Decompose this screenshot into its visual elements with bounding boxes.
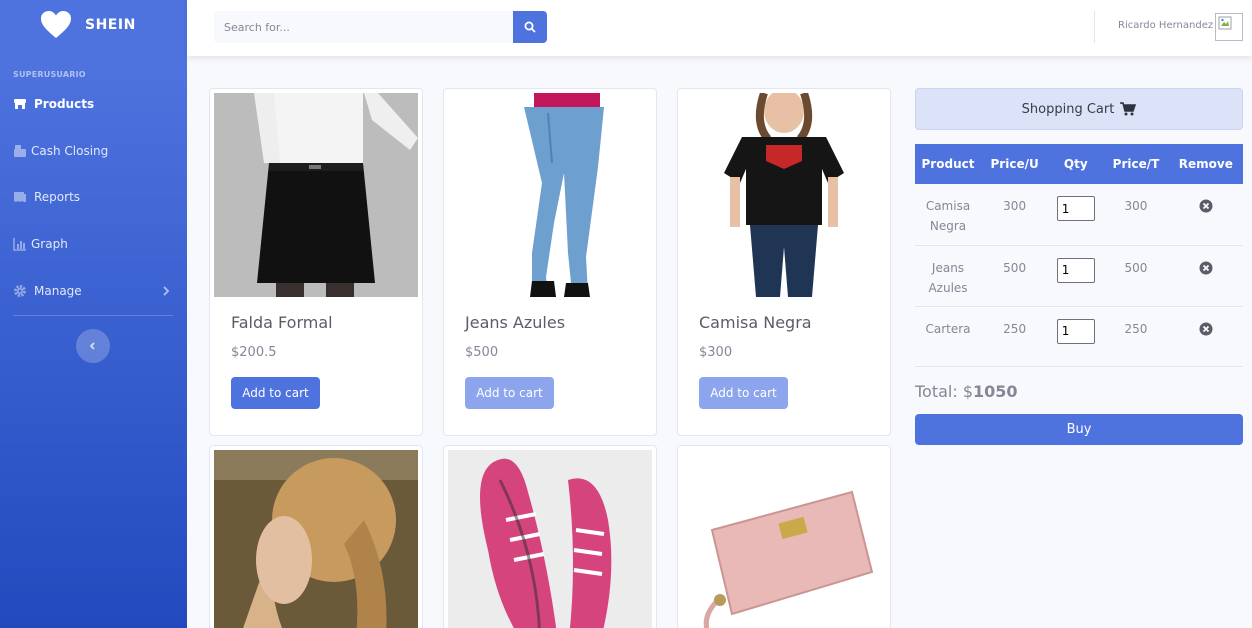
add-to-cart-button[interactable]: Add to cart (465, 377, 554, 409)
column-header-remove: Remove (1168, 144, 1243, 184)
user-name[interactable]: Ricardo Hernandez (1118, 20, 1213, 31)
search-icon (524, 21, 536, 33)
avatar[interactable] (1215, 13, 1243, 41)
product-card (209, 445, 423, 628)
sidebar-item-manage[interactable]: Manage (0, 276, 187, 306)
cart-price-unit: 300 (981, 184, 1049, 246)
gear-icon (14, 285, 26, 297)
sidebar-item-label: Products (34, 97, 95, 111)
product-price: $200.5 (231, 345, 277, 360)
search-button[interactable] (513, 11, 547, 43)
product-card: Falda Formal $200.5 Add to cart (209, 88, 423, 436)
sidebar-item-label: Manage (34, 284, 82, 298)
quantity-input[interactable] (1056, 196, 1095, 221)
store-icon (14, 99, 26, 109)
product-image-sneakers (448, 450, 652, 628)
cart-remove-cell (1168, 306, 1243, 367)
cart-table-header-row: Product Price/U Qty Price/T Remove (915, 144, 1243, 184)
product-image-jeans (448, 93, 652, 297)
cart-row: Jeans Azules 500 500 (915, 245, 1243, 307)
cart-row: Camisa Negra 300 300 (915, 184, 1243, 246)
cart-product-name: Jeans Azules (915, 245, 981, 307)
product-price: $300 (699, 345, 733, 360)
cart-price-total: 500 (1103, 245, 1169, 307)
cart-price-unit: 500 (981, 245, 1049, 307)
topbar-divider (1094, 11, 1095, 43)
cart-remove-cell (1168, 184, 1243, 246)
column-header-product: Product (915, 144, 981, 184)
receipt-icon (14, 192, 26, 202)
buy-button[interactable]: Buy (915, 414, 1243, 445)
product-title: Falda Formal (231, 313, 333, 332)
product-card (443, 445, 657, 628)
quantity-input[interactable] (1056, 318, 1095, 344)
cash-register-icon (14, 145, 26, 157)
column-header-price-unit: Price/U (981, 144, 1049, 184)
sidebar-divider (13, 315, 173, 316)
chart-icon (13, 238, 26, 251)
cart-table: Product Price/U Qty Price/T Remove Camis… (915, 144, 1243, 367)
search-input[interactable] (214, 11, 514, 43)
chevron-left-icon (89, 342, 95, 350)
cart-row: Cartera 250 250 (915, 306, 1243, 367)
sidebar-item-label: Reports (34, 190, 81, 204)
cart-qty-cell (1048, 184, 1104, 246)
add-to-cart-button[interactable]: Add to cart (231, 377, 320, 409)
sidebar-item-label: Graph (31, 237, 68, 251)
cart-product-name: Camisa Negra (915, 184, 981, 246)
cart-price-total: 250 (1103, 306, 1169, 367)
column-header-price-total: Price/T (1103, 144, 1169, 184)
quantity-input[interactable] (1056, 257, 1095, 283)
chevron-right-icon (163, 286, 170, 296)
column-header-qty: Qty (1048, 144, 1104, 184)
product-price: $500 (465, 345, 499, 360)
add-to-cart-button[interactable]: Add to cart (699, 377, 788, 409)
brand[interactable]: SHEIN (0, 0, 187, 52)
product-image-tshirt (682, 93, 886, 297)
product-image-hair (214, 450, 418, 628)
cart-product-name: Cartera (915, 306, 981, 367)
cart-price-total: 300 (1103, 184, 1169, 246)
sidebar-item-products[interactable]: Products (0, 89, 187, 119)
broken-image-icon (1218, 16, 1232, 30)
product-image-wallet (682, 450, 886, 628)
topbar: Ricardo Hernandez (187, 0, 1252, 56)
cart-total-label: Total: $ (915, 382, 974, 401)
sidebar-item-cash-closing[interactable]: Cash Closing (0, 136, 187, 166)
cart-icon (1120, 102, 1137, 116)
brand-name: SHEIN (85, 17, 136, 33)
product-card: Camisa Negra $300 Add to cart (677, 88, 891, 436)
sidebar-item-label: Cash Closing (31, 144, 109, 158)
product-image-skirt (214, 93, 418, 297)
cart-title: Shopping Cart (1021, 101, 1115, 117)
product-title: Camisa Negra (699, 313, 812, 332)
product-title: Jeans Azules (465, 313, 566, 332)
cart-total: Total: $1050 (915, 382, 1018, 401)
remove-circle-icon[interactable] (1199, 261, 1213, 275)
sidebar: SHEIN SUPERUSUARIO Products Cash Closing… (0, 0, 187, 628)
sidebar-item-reports[interactable]: Reports (0, 182, 187, 212)
cart-remove-cell (1168, 245, 1243, 307)
shopping-cart-header: Shopping Cart (915, 88, 1243, 130)
remove-circle-icon[interactable] (1199, 322, 1213, 336)
product-card: Jeans Azules $500 Add to cart (443, 88, 657, 436)
product-card (677, 445, 891, 628)
remove-circle-icon[interactable] (1199, 199, 1213, 213)
cart-total-value: 1050 (973, 382, 1018, 401)
cart-qty-cell (1048, 306, 1104, 367)
heart-logo-icon (41, 11, 71, 38)
sidebar-toggle-button[interactable] (76, 329, 110, 363)
sidebar-heading: SUPERUSUARIO (13, 70, 86, 79)
sidebar-item-graph[interactable]: Graph (0, 229, 187, 259)
cart-price-unit: 250 (981, 306, 1049, 367)
cart-qty-cell (1048, 245, 1104, 307)
